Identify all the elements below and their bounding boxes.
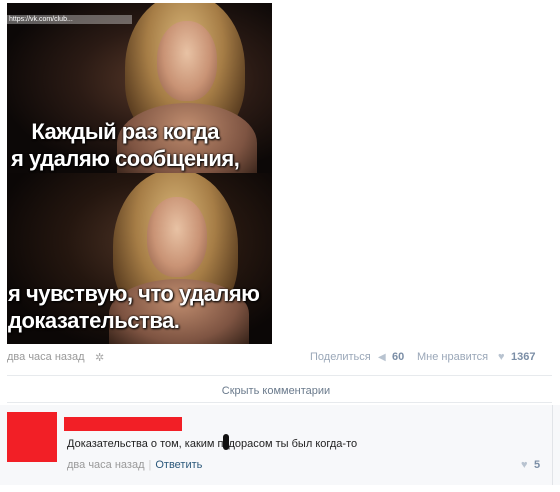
post-time[interactable]: два часа назад	[7, 351, 84, 363]
face-shape	[157, 21, 217, 101]
like-count[interactable]: 1367	[511, 351, 535, 363]
comment: Доказательства о том, каким п дорасом ты …	[0, 405, 560, 485]
url-watermark: https://vk.com/club...	[7, 15, 132, 24]
caption-bottom-line-1: я чувствую, что удаляю	[8, 281, 260, 306]
comment-meta: два часа назад | Ответить	[67, 459, 202, 471]
comment-time[interactable]: два часа назад	[67, 459, 144, 471]
heart-icon[interactable]: ♥	[498, 351, 505, 363]
share-count[interactable]: 60	[392, 351, 404, 363]
avatar[interactable]	[7, 412, 57, 462]
share-button[interactable]: Поделиться	[310, 351, 371, 363]
megaphone-icon[interactable]: ◀	[378, 352, 386, 363]
post-meta-row: два часа назад ✲ Поделиться ◀ 60 Мне нра…	[0, 351, 560, 367]
comment-edge	[552, 405, 553, 485]
like-button[interactable]: Мне нравится	[417, 351, 488, 363]
caption-top-line-1: Каждый раз когда	[31, 119, 219, 144]
caption-top-line-2: я удаляю сообщения,	[11, 146, 240, 171]
comment-author-name[interactable]	[64, 417, 182, 431]
gear-icon[interactable]: ✲	[95, 351, 104, 364]
face-shape	[147, 197, 207, 277]
comment-text-after: дорасом ты был когда-то	[228, 437, 358, 450]
comment-like-count[interactable]: 5	[534, 459, 540, 471]
heart-icon[interactable]: ♥	[521, 459, 528, 471]
reply-link[interactable]: Ответить	[155, 459, 202, 471]
caption-bottom: я чувствую, что удаляю доказательства.	[8, 280, 260, 334]
post-image[interactable]: https://vk.com/club... Каждый раз когда …	[7, 3, 272, 344]
divider	[7, 375, 552, 376]
censor-mark	[222, 434, 229, 450]
hide-comments-link[interactable]: Скрыть комментарии	[0, 385, 552, 397]
caption-bottom-line-2: доказательства.	[8, 308, 180, 333]
separator: |	[148, 459, 152, 471]
comment-text: Доказательства о том, каким п дорасом ты …	[67, 434, 358, 452]
comment-text-before: Доказательства о том, каким п	[67, 437, 224, 450]
divider	[7, 402, 552, 403]
caption-top: Каждый раз когда я удаляю сообщения,	[11, 118, 240, 172]
